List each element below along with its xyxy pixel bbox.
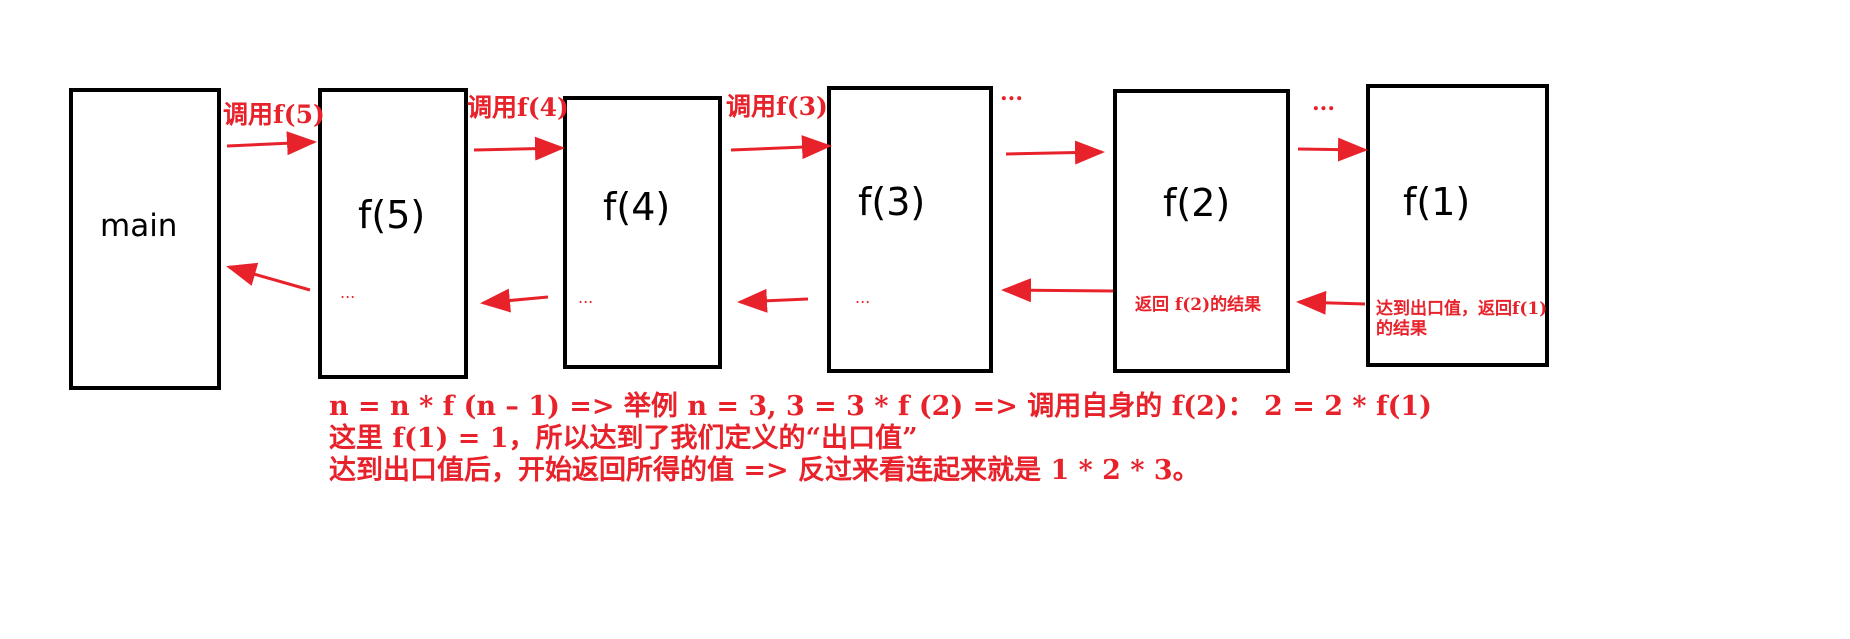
arrow-call-f5 xyxy=(226,131,317,156)
arrow-return-f3 xyxy=(1001,278,1114,303)
explanation-line-1: n = n * f (n – 1) => 举例 n = 3, 3 = 3 * f… xyxy=(329,391,1432,422)
arrow-return-main xyxy=(226,262,311,292)
arrow-return-f4 xyxy=(737,288,809,313)
arrows-layer xyxy=(226,131,1368,315)
explanation-line-3: 达到出口值后，开始返回所得的值 => 反过来看连起来就是 1 * 2 * 3。 xyxy=(329,455,1200,486)
explanation-line-2: 这里 f(1) = 1，所以达到了我们定义的“出口值” xyxy=(329,423,918,454)
arrow-return-f2 xyxy=(1296,290,1366,315)
arrow-call-f4 xyxy=(473,136,565,161)
arrow-call-f1 xyxy=(1297,137,1368,162)
arrow-call-f3 xyxy=(730,135,832,160)
arrow-return-f5 xyxy=(480,288,549,313)
arrow-call-f2 xyxy=(1005,140,1105,165)
